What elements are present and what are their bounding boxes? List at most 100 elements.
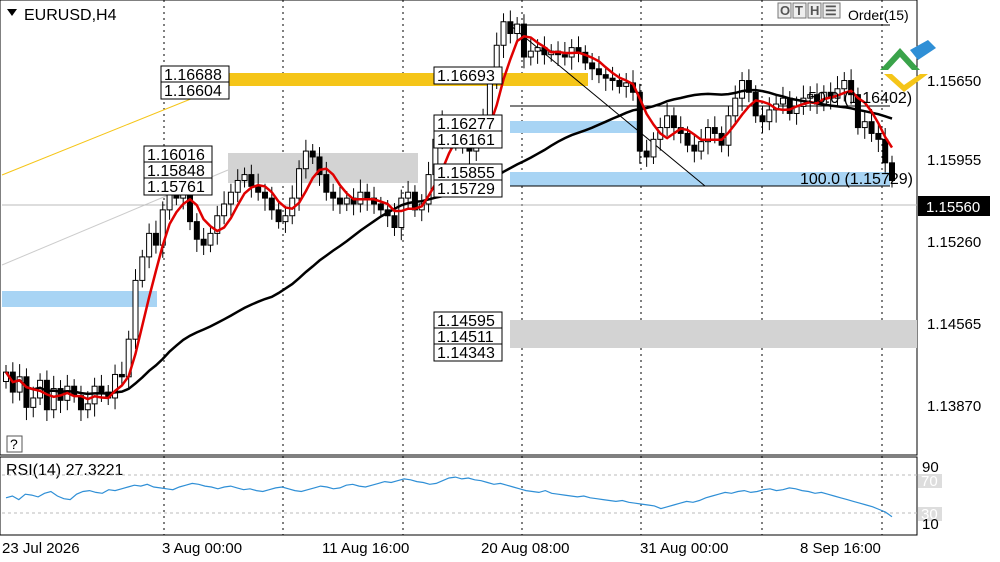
candle-body <box>739 80 746 99</box>
candle-body <box>664 115 671 129</box>
candle-body <box>268 197 275 211</box>
candle-body <box>330 191 337 199</box>
candle-body <box>520 23 527 58</box>
candle-body <box>255 185 262 193</box>
price-label: 1.14595 <box>437 313 495 330</box>
price-label: 1.16688 <box>164 67 222 84</box>
candle-body <box>139 256 146 281</box>
candle-body <box>30 397 37 408</box>
candle-body <box>766 109 773 123</box>
svg-text:O: O <box>780 3 790 18</box>
candle-body <box>23 376 30 408</box>
price-label: 1.15729 <box>437 181 495 198</box>
svg-text:31 Aug 00:00: 31 Aug 00:00 <box>640 540 728 557</box>
candle-body <box>786 97 793 114</box>
candle-body <box>309 150 316 158</box>
candle-body <box>296 168 303 199</box>
svg-text:T: T <box>795 3 803 18</box>
candle-body <box>500 21 507 46</box>
order-label: Order(15) <box>848 7 909 23</box>
candle-body <box>234 179 241 193</box>
candle-body <box>752 91 759 117</box>
candle-body <box>261 191 268 199</box>
candle-body <box>732 97 739 117</box>
svg-text:☰: ☰ <box>825 3 837 18</box>
y-axis: 1.15650 1.15955 1.15260 1.14565 1.13870 … <box>918 73 990 415</box>
candle-body <box>595 68 602 76</box>
current-price: 1.15560 <box>926 199 980 216</box>
price-chart[interactable]: 1.166881.16604 1.160161.158481.15761 1.166… <box>0 0 1000 562</box>
svg-text:11 Aug 16:00: 11 Aug 16:00 <box>322 540 409 557</box>
rsi-label: RSI(14) 27.3221 <box>6 462 124 479</box>
candle-body <box>398 197 405 228</box>
price-label: 1.16016 <box>147 147 205 164</box>
candle-body <box>275 209 282 223</box>
zone-yellow <box>228 73 588 86</box>
candle-body <box>507 21 514 35</box>
price-label: 1.14343 <box>437 345 495 362</box>
candle-body <box>200 238 207 246</box>
candle-body <box>589 62 596 70</box>
candle-body <box>302 150 309 170</box>
zone-blue-d <box>510 121 640 133</box>
price-label: 1.16604 <box>164 83 222 100</box>
price-label: 1.16161 <box>437 132 495 149</box>
candle-body <box>527 50 534 58</box>
candle-body <box>882 138 889 164</box>
candle-body <box>779 97 786 105</box>
candle-body <box>241 174 248 181</box>
candle-body <box>323 174 330 193</box>
help-icon-glyph: ? <box>10 436 18 452</box>
x-axis: 23 Jul 2026 3 Aug 00:00 11 Aug 16:00 20 … <box>2 540 881 557</box>
candle-body <box>616 80 623 87</box>
candle-body <box>609 77 616 82</box>
candle-body <box>391 215 398 228</box>
candle-body <box>227 191 234 205</box>
candle-body <box>684 132 691 146</box>
candle-body <box>282 215 289 223</box>
candle-body <box>343 197 350 205</box>
candle-body <box>221 203 228 217</box>
svg-text:1.13870: 1.13870 <box>927 398 981 415</box>
candle-body <box>670 115 677 129</box>
candle-body <box>152 232 159 246</box>
svg-text:1.15955: 1.15955 <box>927 152 981 169</box>
fib-50-label: 50.0 (1.16402) <box>808 90 912 107</box>
svg-text:10: 10 <box>922 516 939 533</box>
rsi-pane <box>0 456 918 536</box>
chart-title: EURUSD,H4 <box>24 7 117 24</box>
price-label: 1.16693 <box>437 68 495 85</box>
zone-gray-b <box>228 153 418 183</box>
price-label: 1.15848 <box>147 163 205 180</box>
candle-body <box>868 121 875 134</box>
candle-body <box>377 203 384 211</box>
price-label: 1.14511 <box>437 329 494 346</box>
candle-body <box>514 23 521 35</box>
candle-body <box>561 54 568 58</box>
candle-body <box>711 127 718 134</box>
candle-body <box>248 174 255 187</box>
candle-body <box>98 385 105 393</box>
candle-body <box>861 121 868 129</box>
candle-body <box>691 144 698 152</box>
svg-text:70: 70 <box>921 473 938 490</box>
candle-body <box>405 191 412 199</box>
candle-body <box>841 80 848 90</box>
candle-body <box>534 47 541 52</box>
svg-text:1.15650: 1.15650 <box>927 73 981 90</box>
candle-body <box>759 115 766 123</box>
candle-body <box>118 373 125 378</box>
candle-body <box>132 279 139 340</box>
candle-body <box>193 221 200 240</box>
svg-text:20 Aug 08:00: 20 Aug 08:00 <box>481 540 569 557</box>
candle-body <box>623 82 630 87</box>
candle-body <box>698 141 705 152</box>
svg-text:23 Jul 2026: 23 Jul 2026 <box>2 540 80 557</box>
candle-body <box>486 80 493 117</box>
zone-gray-f <box>510 320 917 348</box>
candle-body <box>650 138 657 158</box>
candle-body <box>364 191 371 199</box>
candle-body <box>84 403 91 411</box>
price-label: 1.15761 <box>147 179 205 196</box>
svg-text:8 Sep 16:00: 8 Sep 16:00 <box>800 540 881 557</box>
